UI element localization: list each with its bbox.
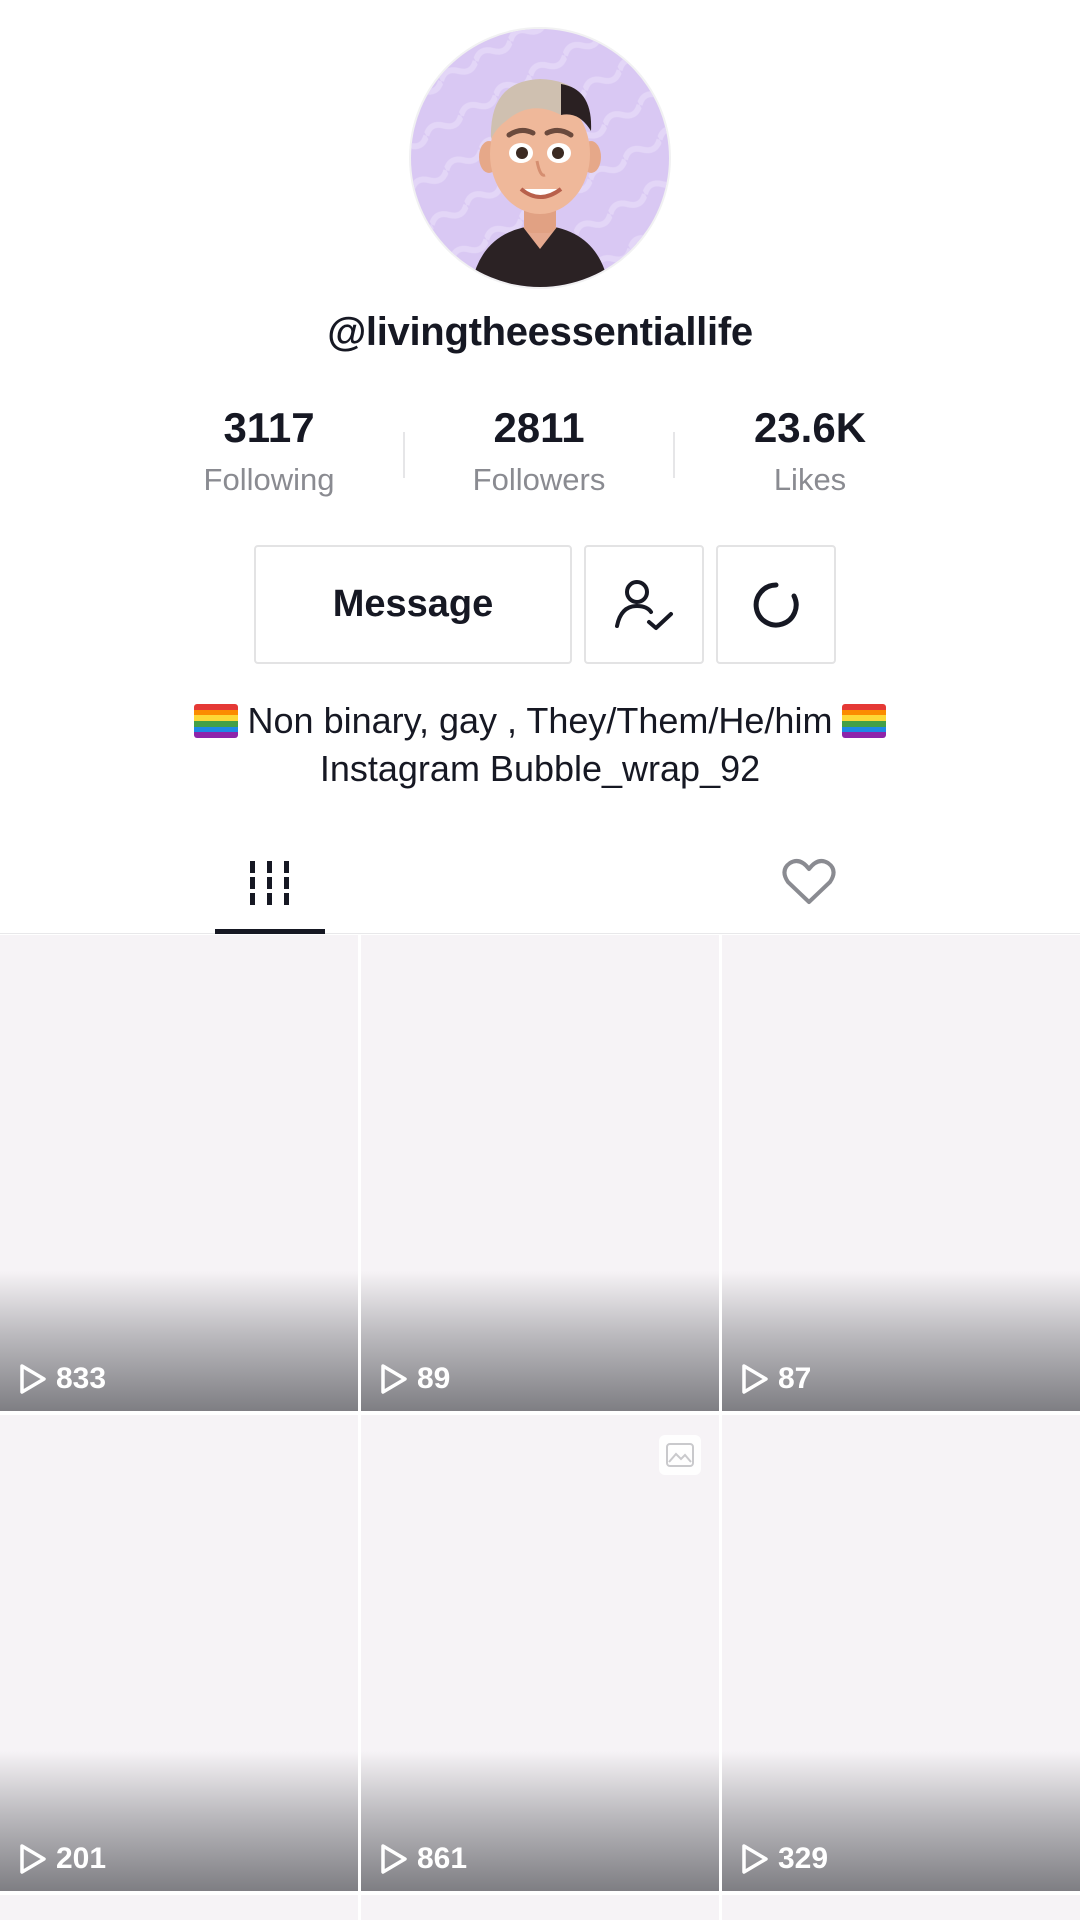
refresh-button[interactable] xyxy=(716,545,836,664)
stat-following-label: Following xyxy=(203,462,335,497)
stat-following-count: 3117 xyxy=(223,404,315,451)
profile-tabs xyxy=(0,830,1080,934)
video-tile[interactable]: 833 xyxy=(0,935,358,1411)
stat-followers[interactable]: 2811 Followers xyxy=(404,400,674,498)
profile-username: @livingtheessentiallife xyxy=(327,310,753,354)
play-icon xyxy=(381,1844,407,1874)
stat-divider xyxy=(673,432,675,478)
video-views: 833 xyxy=(18,1362,106,1396)
play-icon xyxy=(20,1364,46,1394)
stat-likes[interactable]: 23.6K Likes xyxy=(675,400,945,498)
stat-likes-label: Likes xyxy=(773,462,847,497)
rainbow-flag-icon xyxy=(842,704,887,738)
stat-followers-count: 2811 xyxy=(493,404,585,451)
stat-followers-label: Followers xyxy=(472,462,606,497)
avatar-image xyxy=(411,29,669,287)
video-view-count: 329 xyxy=(778,1842,829,1875)
video-tile[interactable]: 87 xyxy=(722,935,1080,1411)
tab-active-indicator xyxy=(215,929,325,934)
video-tile-partial[interactable] xyxy=(0,1895,358,1920)
play-icon xyxy=(742,1844,768,1874)
profile-avatar[interactable] xyxy=(409,27,671,289)
profile-stats: 3117 Following 2811 Followers 23.6K Like… xyxy=(0,400,1080,510)
stat-likes-count: 23.6K xyxy=(753,404,867,451)
video-view-count: 89 xyxy=(417,1362,451,1395)
bio-text: Non binary, gay , They/Them/He/him xyxy=(247,700,833,741)
video-tile[interactable]: 329 xyxy=(722,1415,1080,1891)
video-view-count: 833 xyxy=(56,1362,107,1395)
video-tile-partial[interactable] xyxy=(361,1895,719,1920)
video-views: 329 xyxy=(740,1842,828,1876)
friends-button[interactable] xyxy=(584,545,704,664)
video-view-count: 201 xyxy=(56,1842,107,1875)
refresh-icon xyxy=(753,582,799,627)
video-views: 87 xyxy=(740,1362,811,1396)
play-icon xyxy=(381,1364,407,1394)
image-broken-icon xyxy=(659,1435,701,1475)
stat-following[interactable]: 3117 Following xyxy=(134,400,404,498)
message-button[interactable]: Message xyxy=(254,545,572,664)
video-view-count: 87 xyxy=(778,1362,812,1395)
video-tile[interactable]: 89 xyxy=(361,935,719,1411)
bio-line-1: Non binary, gay , They/Them/He/him xyxy=(0,697,1080,745)
bio-line-2: Instagram Bubble_wrap_92 xyxy=(319,748,761,789)
video-tile[interactable]: 861 xyxy=(361,1415,719,1891)
play-icon xyxy=(20,1844,46,1874)
user-check-icon xyxy=(615,579,673,630)
video-views: 89 xyxy=(379,1362,450,1396)
video-tile[interactable]: 201 xyxy=(0,1415,358,1891)
tab-videos[interactable] xyxy=(210,830,330,934)
video-tile-partial[interactable] xyxy=(722,1895,1080,1920)
profile-bio: Non binary, gay , They/Them/He/him Insta… xyxy=(0,697,1080,793)
heart-icon xyxy=(782,859,836,904)
play-icon xyxy=(742,1364,768,1394)
videos-grid-icon xyxy=(250,861,289,905)
video-views: 201 xyxy=(18,1842,106,1876)
stat-divider xyxy=(403,432,405,478)
rainbow-flag-icon xyxy=(193,704,238,738)
video-views: 861 xyxy=(379,1842,467,1876)
tab-liked[interactable] xyxy=(749,830,869,934)
video-view-count: 861 xyxy=(417,1842,468,1875)
